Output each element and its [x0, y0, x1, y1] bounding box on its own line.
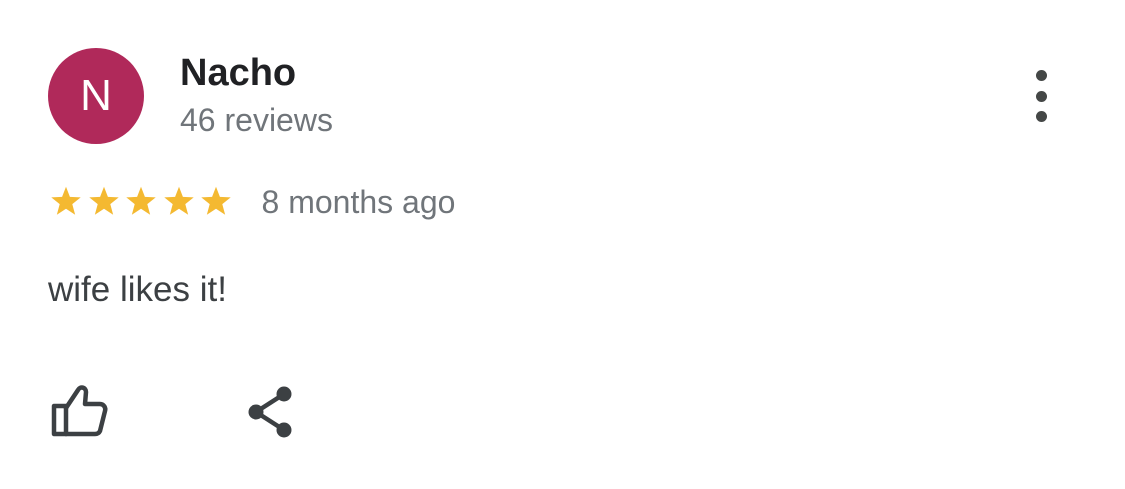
more-vert-icon-dot-2: [1035, 90, 1047, 102]
review-text: wife likes it!: [48, 270, 227, 309]
thumbs-up-icon: [51, 385, 108, 437]
star-rating: [48, 184, 236, 220]
star-icon: [51, 186, 81, 215]
star-icon: [163, 186, 194, 215]
share-icon: [248, 386, 292, 438]
share-button[interactable]: [240, 384, 300, 442]
more-vert-icon-dot-1: [1035, 70, 1047, 81]
review-card: N Nacho 46 reviews 8 months ago wife lik…: [0, 0, 1125, 489]
avatar[interactable]: N: [48, 48, 144, 144]
star-icon: [88, 186, 119, 215]
star-icon: [126, 186, 156, 215]
review-count: 46 reviews: [180, 102, 333, 138]
more-vert-icon-dot-3: [1035, 111, 1047, 122]
review-time: 8 months ago: [261, 184, 456, 220]
reviewer-name[interactable]: Nacho: [180, 50, 296, 96]
rating-row: 8 months ago: [48, 180, 455, 224]
like-button[interactable]: [48, 382, 112, 440]
star-icon: [201, 186, 231, 215]
more-options-button[interactable]: [1016, 66, 1066, 126]
avatar-letter: N: [80, 71, 112, 120]
